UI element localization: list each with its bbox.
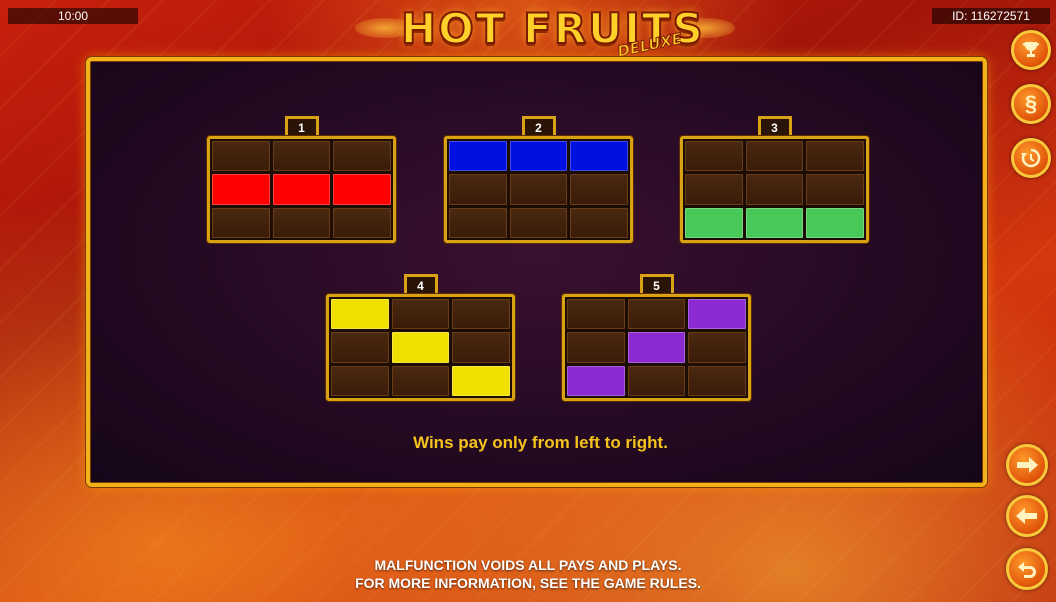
payline-grid [444,136,633,243]
payline-cell-active [449,141,507,172]
payline-cell [567,299,625,330]
payline-number: 3 [757,116,792,138]
payline-cell [570,174,628,205]
arrow-right-icon [1017,457,1038,473]
next-page-button[interactable] [1006,444,1048,486]
payline-cell-active [745,207,804,238]
payline-cell [627,365,686,396]
payline-5: 5 [562,274,751,401]
payline-cell [806,141,864,172]
payline-cell-active [570,141,628,172]
payline-cell-active [391,332,450,363]
payline-number: 1 [284,116,319,138]
payline-cell [391,299,450,330]
payline-number: 2 [521,116,556,138]
payline-cell [509,174,568,205]
disclaimer-line-2: FOR MORE INFORMATION, SEE THE GAME RULES… [355,575,701,591]
arrow-left-icon [1016,508,1037,524]
payline-cell [331,332,389,363]
payline-grid [326,294,515,401]
history-icon [1021,148,1041,168]
section-icon: § [1024,91,1038,116]
payline-cell-active [333,174,391,205]
payline-cell [333,207,391,238]
payline-cell-active [272,174,331,205]
payline-grid [562,294,751,401]
payline-cell [509,207,568,238]
payline-cell [745,174,804,205]
payline-cell-active [212,174,270,205]
payline-cell [806,174,864,205]
disclaimer-line-1: MALFUNCTION VOIDS ALL PAYS AND PLAYS. [374,557,682,573]
payline-cell-active [688,299,746,330]
payline-cell [685,141,743,172]
payline-1: 1 [207,116,396,243]
payline-cell-active [509,141,568,172]
clock: 10:00 [8,8,138,24]
payline-grid [680,136,869,243]
payline-number: 4 [403,274,438,296]
payline-cell [627,299,686,330]
paylines-panel: 1 2 3 4 5 Wins pay only from left to rig… [86,57,987,487]
rules-button[interactable]: § [1011,84,1051,124]
payline-cell-active [567,365,625,396]
payline-cell [685,174,743,205]
win-direction-note: Wins pay only from left to right. [413,433,668,452]
paytable-button[interactable] [1011,30,1051,70]
history-button[interactable] [1011,138,1051,178]
payline-cell [570,207,628,238]
payline-cell-active [452,365,510,396]
payline-cell [452,332,510,363]
payline-cell [272,207,331,238]
payline-cell [212,207,270,238]
payline-3: 3 [680,116,869,243]
payline-cell-active [806,207,864,238]
payline-cell [333,141,391,172]
trophy-icon [1023,42,1039,57]
payline-cell-active [627,332,686,363]
payline-cell [272,141,331,172]
payline-cell [688,365,746,396]
previous-page-button[interactable] [1006,495,1048,537]
payline-cell [745,141,804,172]
payline-cell [567,332,625,363]
payline-cell [449,207,507,238]
payline-cell-active [331,299,389,330]
payline-cell [452,299,510,330]
payline-number: 5 [639,274,674,296]
payline-cell-active [685,207,743,238]
game-id: ID: 116272571 [932,8,1050,24]
payline-cell [688,332,746,363]
payline-4: 4 [326,274,515,401]
payline-grid [207,136,396,243]
game-screen: 10:00 ID: 116272571 HOT FRUITS DELUXE 1 … [0,0,1056,602]
payline-2: 2 [444,116,633,243]
payline-cell [212,141,270,172]
payline-cell [331,365,389,396]
payline-cell [449,174,507,205]
disclaimer: MALFUNCTION VOIDS ALL PAYS AND PLAYS. FO… [0,556,1056,592]
payline-cell [391,365,450,396]
